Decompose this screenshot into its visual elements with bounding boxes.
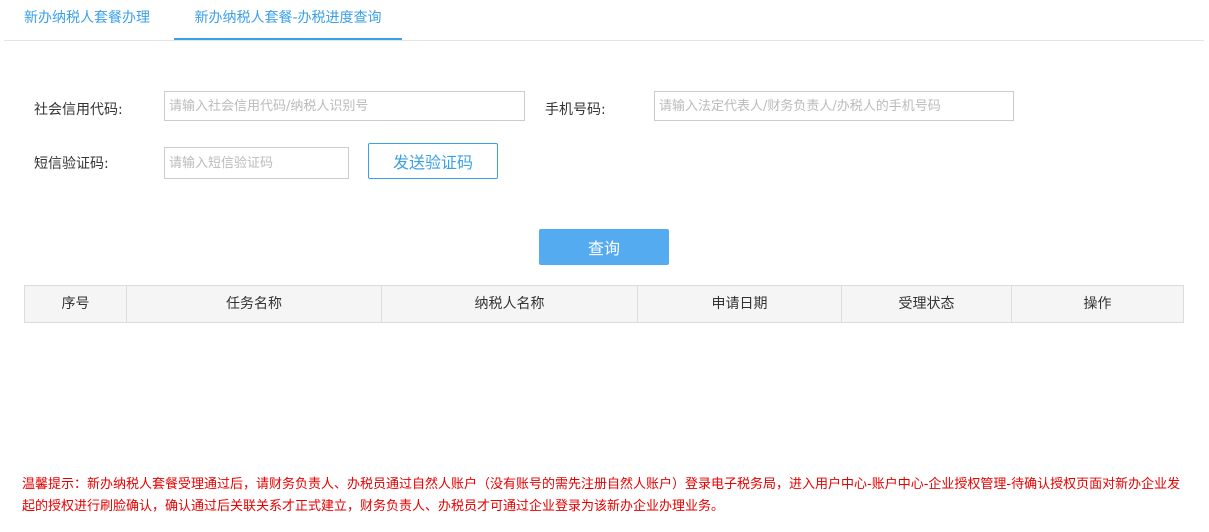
send-code-button[interactable]: 发送验证码 (368, 143, 498, 179)
column-header-index: 序号 (25, 286, 127, 322)
credit-code-input[interactable] (164, 91, 525, 121)
phone-input[interactable] (654, 91, 1014, 121)
query-button[interactable]: 查询 (539, 229, 669, 265)
tab-progress-query[interactable]: 新办纳税人套餐-办税进度查询 (174, 0, 402, 40)
column-header-status: 受理状态 (842, 286, 1012, 322)
column-header-apply-date: 申请日期 (638, 286, 842, 322)
column-header-taxpayer-name: 纳税人名称 (382, 286, 638, 322)
column-header-task-name: 任务名称 (127, 286, 382, 322)
credit-code-label: 社会信用代码: (34, 102, 123, 118)
column-header-actions: 操作 (1083, 296, 1112, 312)
warm-tip-text: 温馨提示：新办纳税人套餐受理通过后，请财务负责人、办税员通过自然人账户（没有账号… (22, 477, 1181, 514)
phone-label: 手机号码: (545, 102, 606, 118)
sms-code-label: 短信验证码: (34, 156, 109, 172)
results-table: 序号 任务名称 纳税人名称 申请日期 受理状态 操作 (24, 285, 1184, 323)
sms-code-input[interactable] (164, 147, 349, 179)
tab-new-taxpayer-package[interactable]: 新办纳税人套餐办理 (24, 0, 150, 40)
tab-bar: 新办纳税人套餐办理 新办纳税人套餐-办税进度查询 (4, 0, 1204, 41)
